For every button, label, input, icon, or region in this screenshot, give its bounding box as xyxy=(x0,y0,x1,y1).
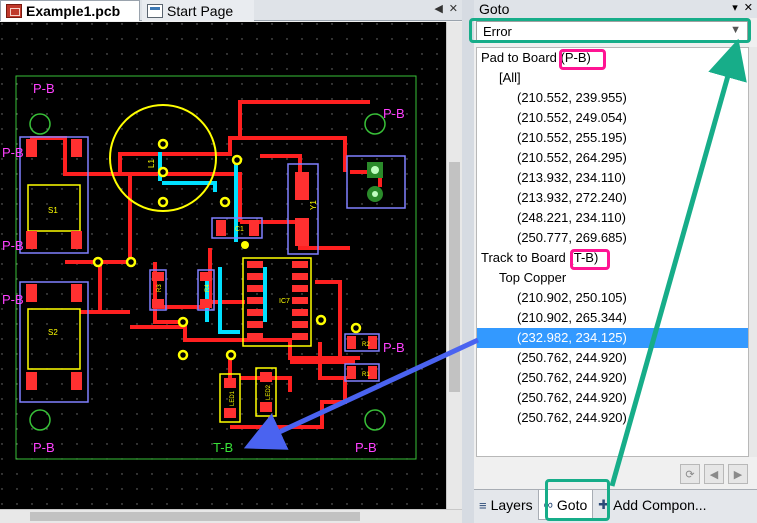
annotation-arrows xyxy=(243,38,747,487)
app-window: Example1.pcb Start Page ◀ ✕ L1 S1 S2 C1 … xyxy=(0,0,757,523)
